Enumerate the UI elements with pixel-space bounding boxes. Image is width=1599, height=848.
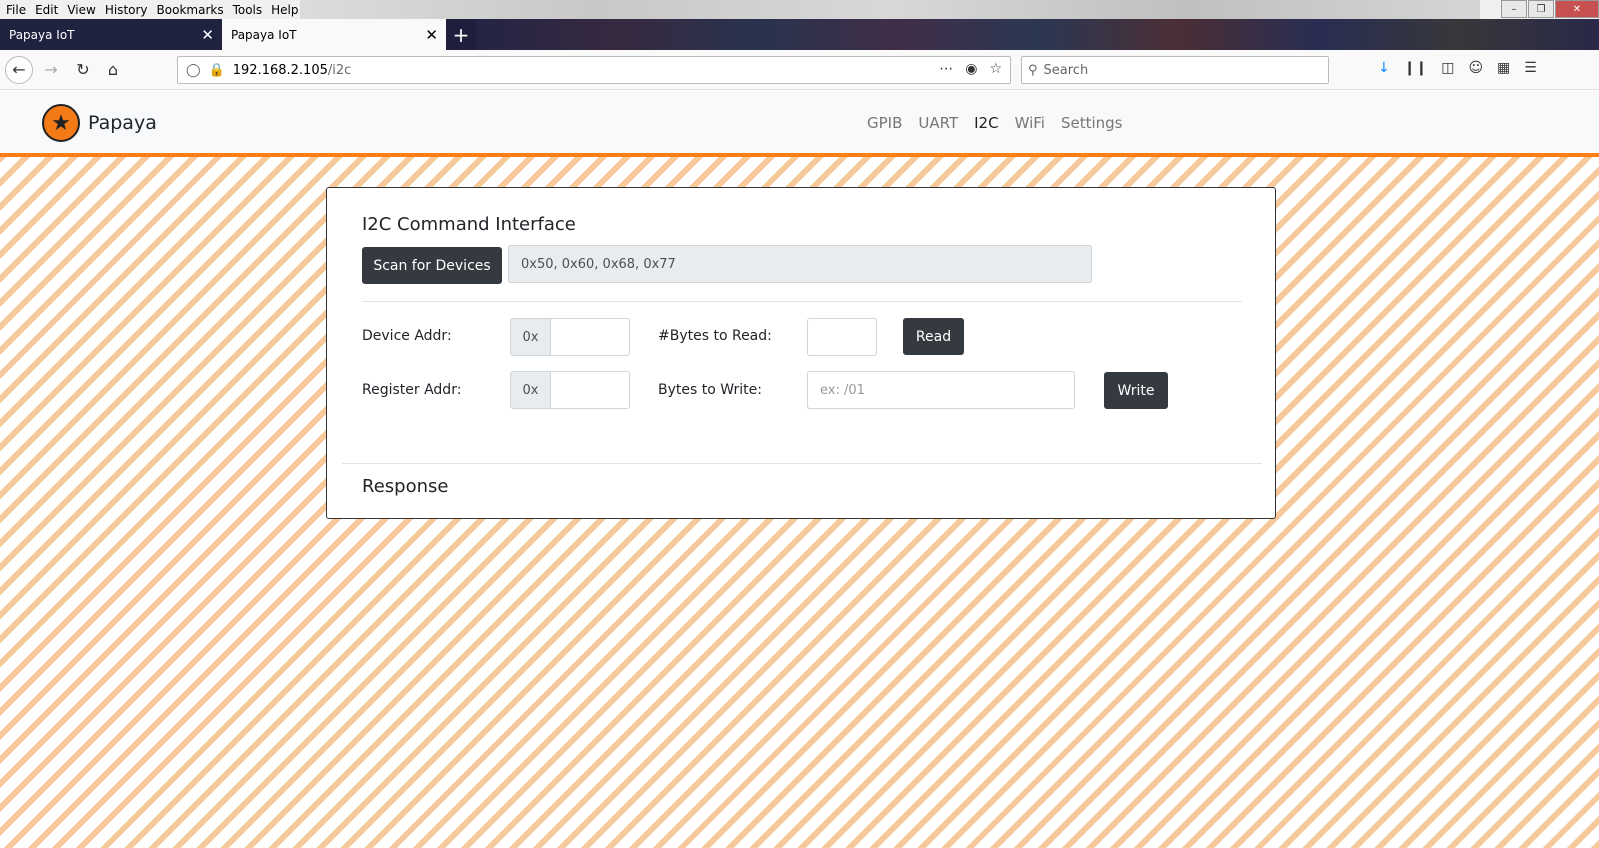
register-addr-prefix: 0x (510, 371, 551, 409)
search-input[interactable]: ⚲ Search (1021, 56, 1329, 84)
close-window-icon[interactable]: ✕ (1555, 0, 1599, 18)
menu-history[interactable]: History (105, 3, 148, 17)
blurred-tabs (476, 19, 1599, 50)
menu-hamburger-icon[interactable]: ☰ (1524, 60, 1537, 76)
card-title: I2C Command Interface (362, 214, 576, 235)
tab-bar: Papaya IoT ✕ Papaya IoT ✕ + (0, 19, 1599, 50)
insecure-lock-icon[interactable]: 🔒 (209, 63, 225, 78)
bytes-to-write-label: Bytes to Write: (658, 382, 762, 398)
reload-icon[interactable]: ↻ (69, 56, 97, 84)
tab-title: Papaya IoT (9, 27, 75, 42)
sidebar-icon[interactable]: ◫ (1441, 60, 1454, 76)
account-icon[interactable]: ☺ (1468, 60, 1483, 76)
nav-settings[interactable]: Settings (1061, 114, 1123, 132)
brand[interactable]: ★ Papaya (42, 104, 157, 142)
close-tab-icon[interactable]: ✕ (201, 26, 214, 44)
menu-bar: File Edit View History Bookmarks Tools H… (0, 0, 1599, 19)
papaya-logo-icon: ★ (42, 104, 80, 142)
nav-uart[interactable]: UART (918, 114, 958, 132)
tab-title: Papaya IoT (231, 27, 297, 42)
menu-edit[interactable]: Edit (35, 3, 58, 17)
restore-icon[interactable]: ❐ (1528, 0, 1554, 18)
new-tab-icon[interactable]: + (446, 19, 476, 50)
page-background: ★ Papaya GPIB UART I2C WiFi Settings I2C… (0, 91, 1599, 848)
tab-papaya-2[interactable]: Papaya IoT ✕ (222, 19, 446, 50)
home-icon[interactable]: ⌂ (99, 56, 127, 84)
blurred-taskbar (300, 0, 1480, 19)
device-addr-label: Device Addr: (362, 328, 452, 344)
search-icon: ⚲ (1028, 62, 1038, 78)
back-icon[interactable]: ← (5, 55, 33, 84)
divider (362, 301, 1242, 302)
download-icon[interactable]: ↓ (1378, 60, 1390, 76)
extensions-icon[interactable]: ▦ (1497, 60, 1510, 76)
bytes-to-read-input[interactable] (807, 318, 877, 356)
menu-view[interactable]: View (67, 3, 95, 17)
nav-i2c[interactable]: I2C (974, 114, 998, 132)
response-title: Response (362, 476, 449, 497)
bytes-to-read-label: #Bytes to Read: (658, 328, 772, 344)
browser-toolbar: ← → ↻ ⌂ ◯ 🔒 192.168.2.105/i2c ⋯ ◉ ☆ ⚲ Se… (0, 50, 1599, 90)
divider (342, 463, 1262, 464)
bytes-to-write-placeholder: ex: /01 (820, 382, 865, 398)
window-controls: – ❐ ✕ (1500, 0, 1599, 19)
menu-file[interactable]: File (6, 3, 26, 17)
device-addr-input[interactable] (551, 318, 630, 356)
url-host: 192.168.2.105 (232, 62, 328, 78)
menu-bookmarks[interactable]: Bookmarks (157, 3, 224, 17)
url-bar[interactable]: ◯ 🔒 192.168.2.105/i2c ⋯ ◉ ☆ (177, 56, 1011, 84)
scan-result-field: 0x50, 0x60, 0x68, 0x77 (508, 245, 1092, 283)
tab-papaya-1[interactable]: Papaya IoT ✕ (0, 19, 222, 50)
brand-name: Papaya (88, 112, 157, 134)
bytes-to-write-input[interactable]: ex: /01 (807, 371, 1075, 409)
site-nav-links: GPIB UART I2C WiFi Settings (867, 114, 1122, 132)
register-addr-label: Register Addr: (362, 382, 462, 398)
forward-icon[interactable]: → (37, 56, 65, 84)
shield-icon[interactable]: ◯ (186, 63, 201, 78)
menu-tools[interactable]: Tools (233, 3, 263, 17)
nav-gpib[interactable]: GPIB (867, 114, 902, 132)
site-navbar: ★ Papaya GPIB UART I2C WiFi Settings (0, 91, 1599, 157)
close-tab-icon[interactable]: ✕ (425, 26, 438, 44)
bookmark-star-icon[interactable]: ☆ (989, 61, 1002, 77)
device-addr-prefix: 0x (510, 318, 551, 356)
library-icon[interactable]: ❙❙ (1404, 60, 1427, 76)
page-actions-icon[interactable]: ⋯ (939, 61, 953, 77)
search-placeholder: Search (1043, 62, 1089, 78)
pocket-icon[interactable]: ◉ (965, 61, 977, 77)
minimize-icon[interactable]: – (1501, 0, 1527, 18)
url-path: /i2c (327, 62, 352, 78)
register-addr-input[interactable] (551, 371, 630, 409)
menu-help[interactable]: Help (271, 3, 298, 17)
i2c-card: I2C Command Interface Scan for Devices 0… (326, 187, 1276, 519)
read-button[interactable]: Read (903, 318, 964, 355)
nav-wifi[interactable]: WiFi (1015, 114, 1045, 132)
write-button[interactable]: Write (1104, 372, 1168, 409)
scan-devices-button[interactable]: Scan for Devices (362, 247, 502, 284)
